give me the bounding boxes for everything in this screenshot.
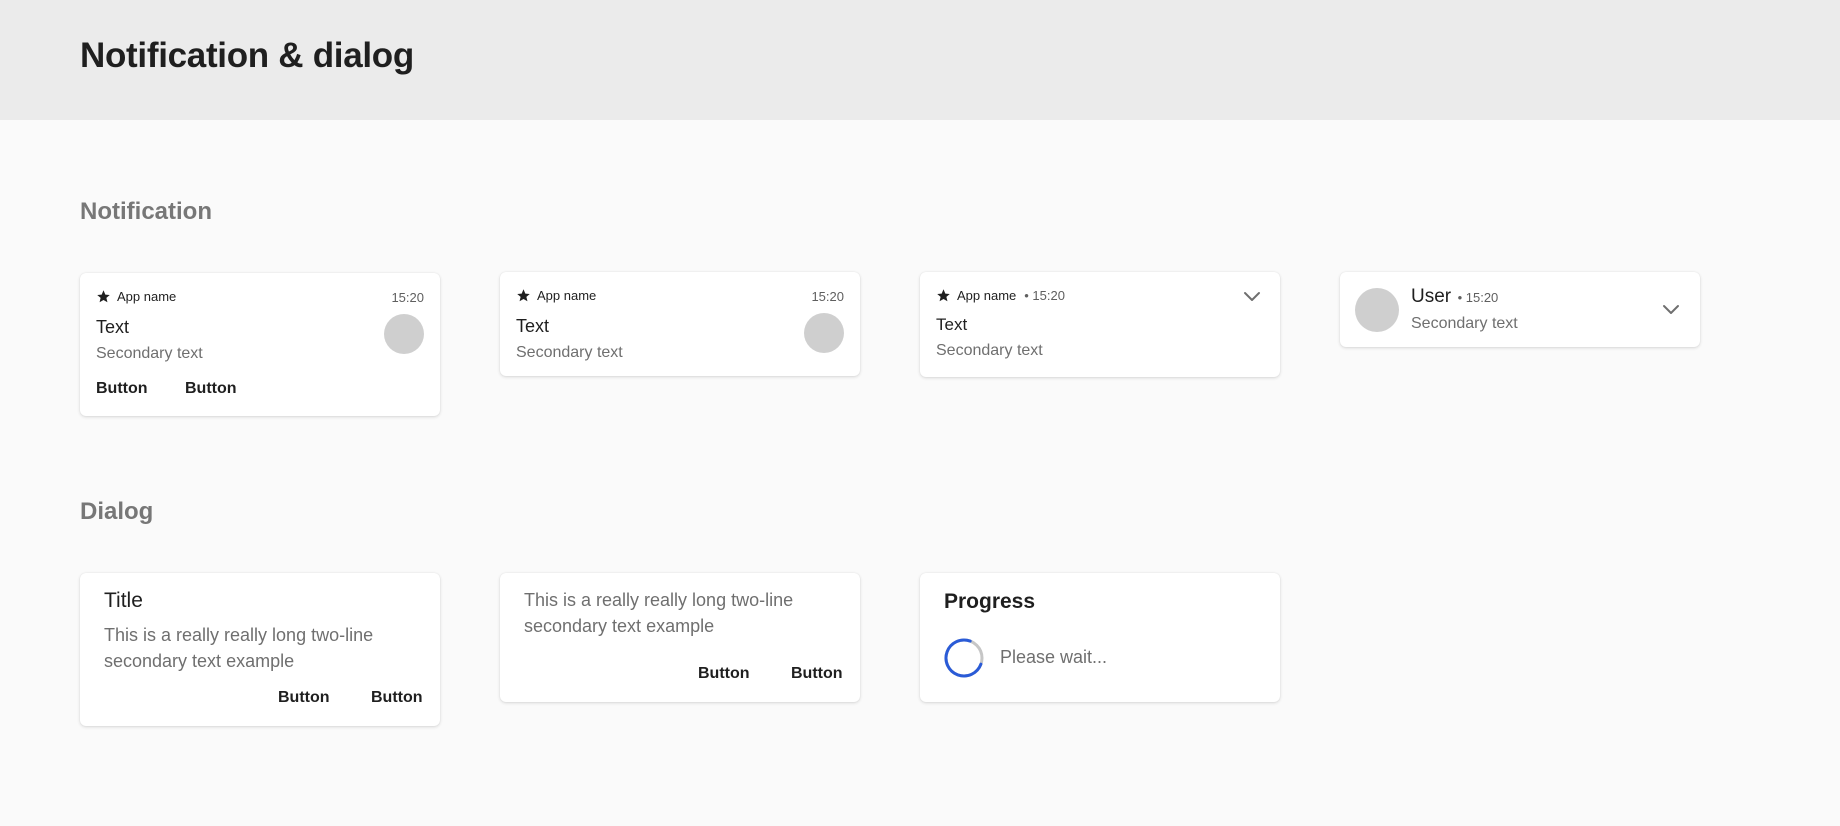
notification-app-row: App name (516, 288, 596, 303)
dialog-body-text: This is a really really long two-line se… (524, 590, 794, 636)
notification-time: • 15:20 (1024, 288, 1065, 303)
chevron-down-icon[interactable] (1661, 302, 1681, 316)
star-icon (936, 288, 951, 303)
notification-card-with-avatar[interactable]: App name 15:20 Text Secondary text (500, 272, 860, 376)
dialog-button-2[interactable]: Button (371, 689, 423, 707)
avatar (1355, 288, 1399, 332)
page-header: Notification & dialog (0, 0, 1840, 120)
dialog-title: Progress (944, 590, 1036, 613)
notification-section-title: Notification (80, 198, 212, 225)
dialog-with-title: Title This is a really really long two-l… (80, 573, 440, 726)
page-title: Notification & dialog (80, 36, 414, 75)
notification-text: Text (516, 316, 550, 336)
star-icon (516, 288, 531, 303)
dialog-text-only: This is a really really long two-line se… (500, 573, 860, 702)
star-icon (96, 289, 111, 304)
notification-app-row: App name (96, 289, 176, 304)
dialog-button-2[interactable]: Button (791, 665, 843, 683)
notification-user-row: User • 15:20 (1411, 286, 1498, 308)
notification-time: 15:20 (811, 289, 844, 304)
notification-app-name: App name (117, 289, 177, 304)
dialog-title: Title (104, 589, 143, 612)
progress-status-text: Please wait... (1000, 647, 1108, 667)
dialog-section-title: Dialog (80, 498, 154, 525)
notification-text: Text (96, 317, 130, 337)
notification-secondary-text: Secondary text (516, 344, 623, 361)
notification-secondary-text: Secondary text (936, 342, 1043, 359)
notification-user-name: User (1411, 286, 1452, 307)
progress-spinner-icon (944, 638, 984, 678)
dialog-button-1[interactable]: Button (698, 665, 750, 683)
dialog-body-text: This is a really really long two-line se… (104, 625, 374, 671)
notification-card-expandable[interactable]: App name • 15:20 Text Secondary text (920, 272, 1280, 377)
notification-card-user[interactable]: User • 15:20 Secondary text (1340, 272, 1700, 347)
notification-app-row: App name • 15:20 (936, 288, 1065, 303)
notification-text: Text (936, 315, 968, 334)
notification-app-name: App name (537, 288, 597, 303)
dialog-progress: Progress Please wait... (920, 573, 1280, 702)
notification-time: • 15:20 (1457, 290, 1499, 305)
dialog-button-1[interactable]: Button (278, 689, 330, 707)
chevron-down-icon[interactable] (1242, 289, 1262, 303)
notification-time: 15:20 (391, 290, 424, 305)
notification-secondary-text: Secondary text (1411, 315, 1518, 332)
avatar (804, 313, 844, 353)
avatar (384, 314, 424, 354)
notification-action-button-2[interactable]: Button (185, 380, 237, 398)
notification-action-button-1[interactable]: Button (96, 380, 148, 398)
notification-card-with-actions[interactable]: App name 15:20 Text Secondary text Butto… (80, 273, 440, 416)
notification-secondary-text: Secondary text (96, 345, 203, 362)
notification-app-name: App name (957, 288, 1017, 303)
